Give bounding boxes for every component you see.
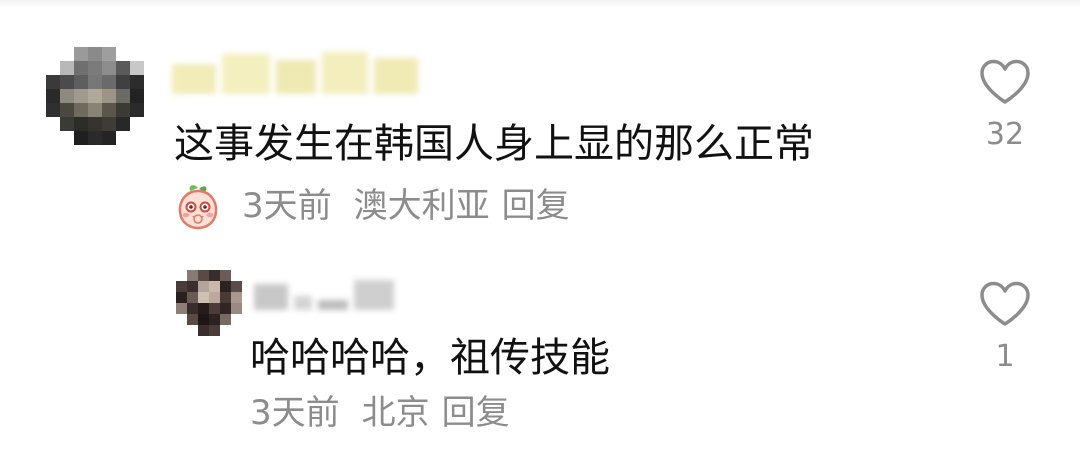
comment-text: 这事发生在韩国人身上显的那么正常 [174,121,814,167]
reply-time: 3天前 [250,393,340,433]
reply-avatar[interactable] [176,270,242,336]
reply-meta: 3天前 北京 回复 [250,396,510,430]
heart-outline-icon [980,281,1030,326]
reply-text: 哈哈哈哈，祖传技能 [250,335,610,381]
comment-meta: 3天前 澳大利亚 回复 [174,182,570,230]
reply-like-button[interactable]: 1 [960,280,1050,372]
avatar[interactable] [46,47,144,145]
comment-location: 澳大利亚 [353,186,490,226]
peach-sticker-icon [178,185,218,230]
heart-outline-icon [980,59,1030,104]
comment-time: 3天前 [242,186,332,226]
comment-like-button[interactable]: 32 [960,58,1050,150]
top-divider [0,0,1080,8]
reply-username-blurred[interactable] [254,268,394,310]
reply-like-count: 1 [995,339,1015,374]
username-blurred[interactable] [172,44,418,94]
reply-button[interactable]: 回复 [502,189,570,223]
comment-like-count: 32 [985,117,1025,152]
reply-reply-button[interactable]: 回复 [442,396,510,430]
reply-location: 北京 [361,393,430,433]
comment-thread: 这事发生在韩国人身上显的那么正常 3天前 澳大利亚 回复 32 哈哈哈哈，祖传技… [0,0,1080,452]
